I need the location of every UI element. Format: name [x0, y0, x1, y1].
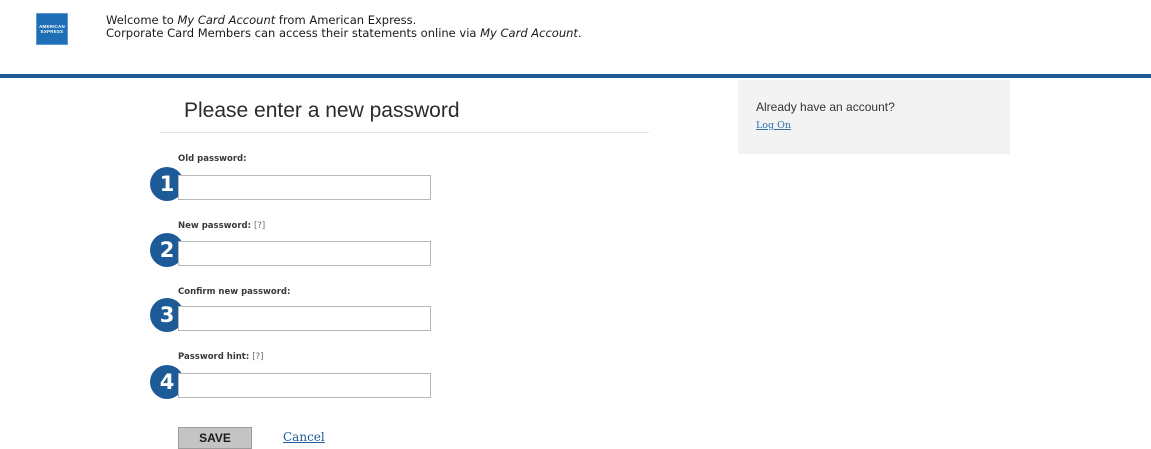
line2-prefix: Corporate Card Members can access their …	[106, 26, 481, 40]
welcome-prefix: Welcome to	[106, 13, 178, 27]
title-divider	[160, 132, 649, 133]
welcome-message: Welcome to My Card Account from American…	[106, 14, 582, 40]
header-divider	[0, 74, 1151, 78]
new-password-label: New password: [?]	[178, 221, 265, 231]
welcome-suffix: from American Express.	[275, 13, 417, 27]
log-on-link[interactable]: Log On	[756, 120, 791, 131]
logo-line-2: EXPRESS	[40, 29, 64, 34]
new-password-label-text: New password:	[178, 221, 251, 231]
welcome-product-name: My Card Account	[177, 13, 276, 27]
cancel-link[interactable]: Cancel	[283, 430, 325, 444]
password-hint-label: Password hint: [?]	[178, 352, 263, 362]
page-header: AMERICAN EXPRESS Welcome to My Card Acco…	[0, 0, 1151, 72]
password-hint-help-icon[interactable]: [?]	[252, 352, 263, 362]
line2-suffix: .	[577, 26, 582, 40]
amex-logo-icon: AMERICAN EXPRESS	[36, 13, 68, 45]
existing-account-heading: Already have an account?	[756, 100, 895, 114]
new-password-input[interactable]	[178, 241, 431, 266]
confirm-password-label-text: Confirm new password:	[178, 287, 291, 297]
password-hint-label-text: Password hint:	[178, 352, 250, 362]
existing-account-panel: Already have an account? Log On	[738, 80, 1010, 154]
old-password-input[interactable]	[178, 175, 431, 200]
new-password-help-icon[interactable]: [?]	[254, 221, 265, 231]
old-password-label: Old password:	[178, 154, 247, 164]
password-hint-input[interactable]	[178, 373, 431, 398]
welcome-line-2: Corporate Card Members can access their …	[106, 27, 582, 40]
save-button[interactable]: SAVE	[178, 427, 252, 449]
confirm-password-label: Confirm new password:	[178, 287, 290, 297]
page-title: Please enter a new password	[184, 99, 460, 122]
old-password-label-text: Old password:	[178, 154, 247, 164]
confirm-password-input[interactable]	[178, 306, 431, 331]
line2-product-name: My Card Account	[480, 26, 578, 40]
